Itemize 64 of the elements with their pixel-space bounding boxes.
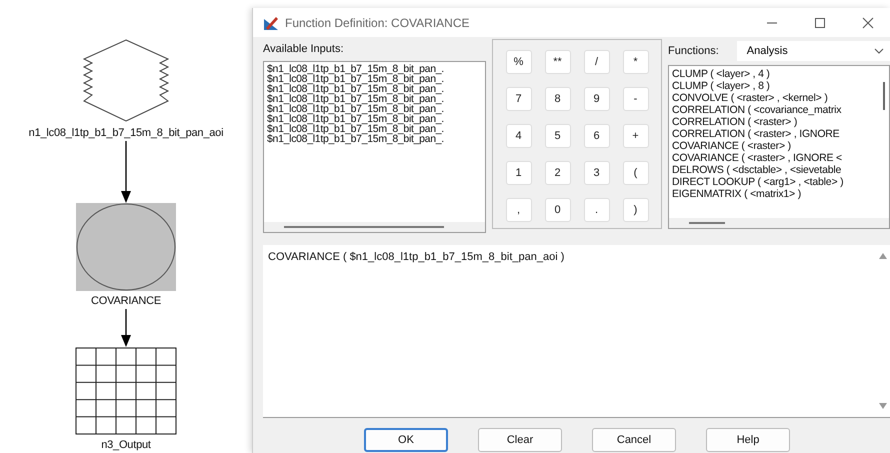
- keypad-key[interactable]: 7: [506, 87, 532, 111]
- keypad-key[interactable]: 2: [544, 161, 570, 185]
- keypad-key[interactable]: ,: [506, 198, 532, 222]
- function-item[interactable]: CLUMP ( <layer> , 4 ): [672, 68, 876, 80]
- close-icon[interactable]: [862, 16, 874, 28]
- dialog-button[interactable]: Help: [706, 428, 790, 452]
- keypad-key[interactable]: 5: [544, 124, 570, 148]
- raster-grid-icon[interactable]: [75, 347, 177, 435]
- keypad-key[interactable]: ): [622, 198, 648, 222]
- function-item[interactable]: CORRELATION ( <raster> , IGNORE: [672, 128, 876, 140]
- function-node-icon[interactable]: [76, 203, 176, 291]
- keypad-key[interactable]: .: [584, 198, 610, 222]
- keypad-key[interactable]: 0: [544, 198, 570, 222]
- keypad-key[interactable]: 4: [506, 124, 532, 148]
- scroll-down-icon[interactable]: [879, 403, 887, 409]
- keypad-key[interactable]: **: [544, 50, 570, 74]
- keypad-key[interactable]: *: [622, 50, 648, 74]
- scroll-up-icon[interactable]: [879, 253, 887, 259]
- scrollbar-thumb[interactable]: [689, 222, 725, 224]
- category-dropdown[interactable]: Analysis: [736, 41, 890, 61]
- available-inputs-label: Available Inputs:: [263, 43, 345, 55]
- keypad-key[interactable]: 3: [584, 161, 610, 185]
- node-label: COVARIANCE: [91, 295, 161, 307]
- dialog-button[interactable]: OK: [364, 428, 448, 452]
- node-label: n1_lc08_l1tp_b1_b7_15m_8_bit_pan_aoi: [28, 127, 224, 139]
- input-item[interactable]: $n1_lc08_l1tp_b1_b7_15m_8_bit_pan_.: [267, 84, 482, 94]
- expression-field[interactable]: COVARIANCE ( $n1_lc08_l1tp_b1_b7_15m_8_bit_pan_aoi ): [263, 245, 890, 418]
- function-item[interactable]: CORRELATION ( <covariance_matrix: [672, 104, 876, 116]
- keypad-key[interactable]: 1: [506, 161, 532, 185]
- dialog-button[interactable]: Cancel: [592, 428, 676, 452]
- pencil-ruler-icon: [263, 14, 279, 30]
- keypad-key[interactable]: (: [622, 161, 648, 185]
- keypad-key[interactable]: 8: [544, 87, 570, 111]
- node-label: n3_Output: [101, 439, 151, 451]
- function-item[interactable]: COVARIANCE ( <raster> ): [672, 140, 876, 152]
- scrollbar-thumb[interactable]: [883, 82, 885, 110]
- input-item[interactable]: $n1_lc08_l1tp_b1_b7_15m_8_bit_pan_.: [267, 74, 482, 84]
- keypad-key[interactable]: 6: [584, 124, 610, 148]
- function-item[interactable]: DIRECT LOOKUP ( <arg1> , <table> ): [672, 176, 876, 188]
- chevron-down-icon: [874, 48, 884, 54]
- arrow: [120, 141, 132, 203]
- function-item[interactable]: CONVOLVE ( <raster> , <kernel> ): [672, 92, 876, 104]
- window-title: Function Definition: COVARIANCE: [285, 16, 470, 30]
- function-item[interactable]: DELROWS ( <dsctable> , <sievetable: [672, 164, 876, 176]
- keypad-key[interactable]: +: [622, 124, 648, 148]
- input-item[interactable]: $n1_lc08_l1tp_b1_b7_15m_8_bit_pan_.: [267, 64, 482, 74]
- keypad-key[interactable]: %: [506, 50, 532, 74]
- functions-label: Functions:: [668, 45, 719, 57]
- function-item[interactable]: EIGENMATRIX ( <matrix1> ): [672, 188, 876, 200]
- keypad-key[interactable]: 9: [584, 87, 610, 111]
- input-item[interactable]: $n1_lc08_l1tp_b1_b7_15m_8_bit_pan_.: [267, 134, 482, 144]
- dialog-button[interactable]: Clear: [478, 428, 562, 452]
- input-item[interactable]: $n1_lc08_l1tp_b1_b7_15m_8_bit_pan_.: [267, 104, 482, 114]
- function-item[interactable]: CLUMP ( <layer> , 8 ): [672, 80, 876, 92]
- input-item[interactable]: $n1_lc08_l1tp_b1_b7_15m_8_bit_pan_.: [267, 114, 482, 124]
- input-item[interactable]: $n1_lc08_l1tp_b1_b7_15m_8_bit_pan_.: [267, 124, 482, 134]
- function-item[interactable]: CORRELATION ( <raster> ): [672, 116, 876, 128]
- arrow: [120, 309, 132, 347]
- keypad-key[interactable]: /: [584, 50, 610, 74]
- maximize-icon[interactable]: [814, 16, 826, 28]
- scrollbar-thumb[interactable]: [284, 226, 444, 228]
- keypad-key[interactable]: -: [622, 87, 648, 111]
- input-item[interactable]: $n1_lc08_l1tp_b1_b7_15m_8_bit_pan_.: [267, 94, 482, 104]
- function-item[interactable]: COVARIANCE ( <raster> , IGNORE <: [672, 152, 876, 164]
